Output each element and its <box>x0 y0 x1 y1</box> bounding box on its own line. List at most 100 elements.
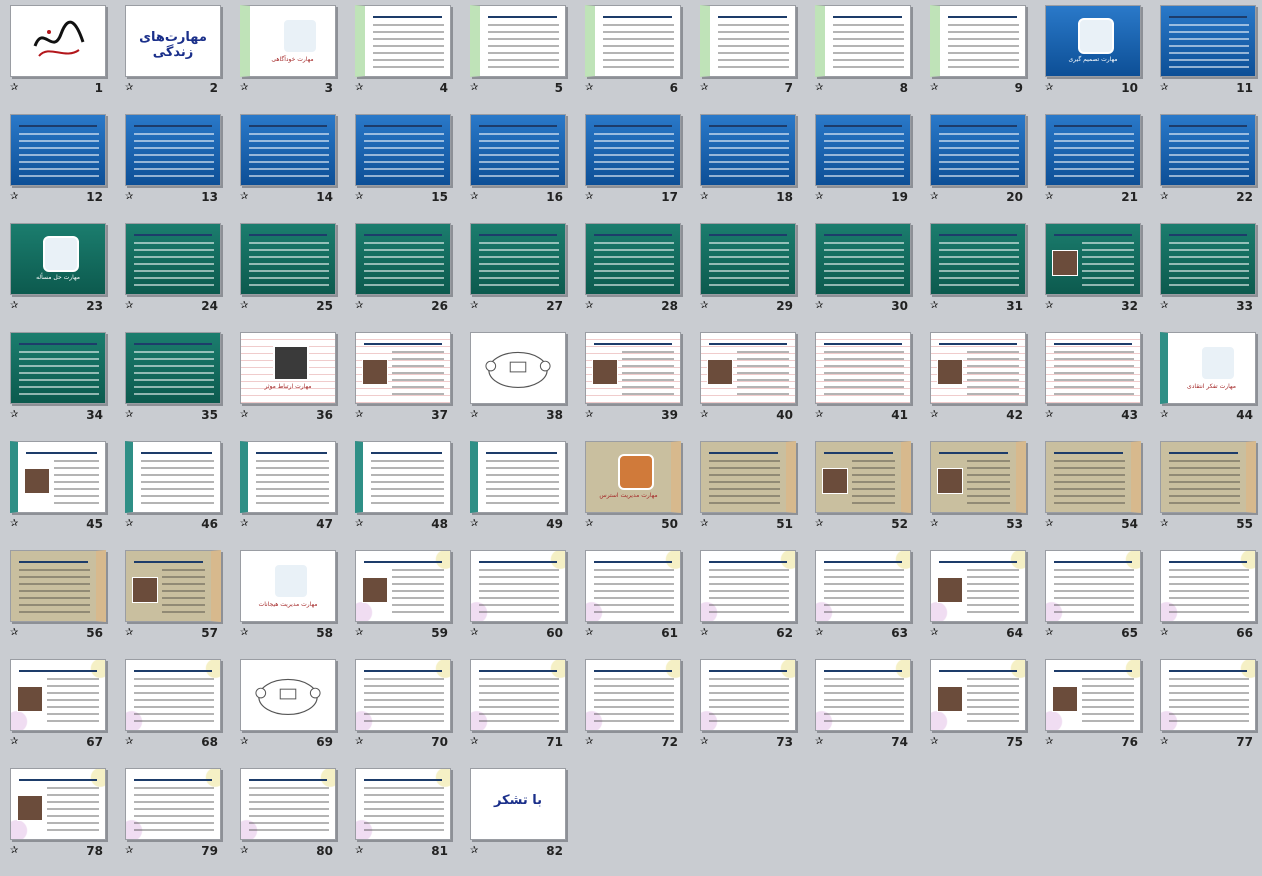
slide-thumbnail[interactable] <box>700 441 796 513</box>
slide-thumbnail[interactable] <box>700 223 796 295</box>
star-icon[interactable]: ✰ <box>930 191 938 203</box>
star-icon[interactable]: ✰ <box>815 409 823 421</box>
star-icon[interactable]: ✰ <box>700 627 708 639</box>
slide-thumbnail[interactable] <box>1045 223 1141 295</box>
slide-thumbnail[interactable] <box>815 114 911 186</box>
star-icon[interactable]: ✰ <box>700 409 708 421</box>
star-icon[interactable]: ✰ <box>125 518 133 530</box>
star-icon[interactable]: ✰ <box>1045 300 1053 312</box>
star-icon[interactable]: ✰ <box>240 82 248 94</box>
slide-thumbnail[interactable] <box>470 5 566 77</box>
star-icon[interactable]: ✰ <box>470 518 478 530</box>
slide-thumbnail[interactable] <box>10 659 106 731</box>
slide-thumbnail[interactable] <box>10 768 106 840</box>
star-icon[interactable]: ✰ <box>355 627 363 639</box>
star-icon[interactable]: ✰ <box>815 736 823 748</box>
slide-thumbnail[interactable] <box>10 332 106 404</box>
slide-thumbnail[interactable] <box>1045 332 1141 404</box>
star-icon[interactable]: ✰ <box>470 300 478 312</box>
slide-thumbnail[interactable] <box>1045 114 1141 186</box>
star-icon[interactable]: ✰ <box>355 518 363 530</box>
star-icon[interactable]: ✰ <box>1045 518 1053 530</box>
slide-thumbnail[interactable]: مهارت مدیریت استرس <box>585 441 681 513</box>
slide-thumbnail[interactable] <box>930 659 1026 731</box>
star-icon[interactable]: ✰ <box>10 300 18 312</box>
slide-thumbnail[interactable] <box>240 441 336 513</box>
slide-thumbnail[interactable]: مهارت خودآگاهی <box>240 5 336 77</box>
star-icon[interactable]: ✰ <box>470 845 478 857</box>
slide-thumbnail[interactable] <box>1160 441 1256 513</box>
slide-thumbnail[interactable] <box>585 5 681 77</box>
star-icon[interactable]: ✰ <box>355 82 363 94</box>
star-icon[interactable]: ✰ <box>125 736 133 748</box>
slide-thumbnail[interactable] <box>1160 659 1256 731</box>
star-icon[interactable]: ✰ <box>355 191 363 203</box>
star-icon[interactable]: ✰ <box>240 845 248 857</box>
slide-thumbnail[interactable] <box>1160 550 1256 622</box>
slide-thumbnail[interactable] <box>700 659 796 731</box>
slide-thumbnail[interactable] <box>930 114 1026 186</box>
slide-thumbnail[interactable]: مهارت ارتباط موثر <box>240 332 336 404</box>
slide-thumbnail[interactable] <box>930 441 1026 513</box>
slide-thumbnail[interactable] <box>125 441 221 513</box>
slide-thumbnail[interactable] <box>355 659 451 731</box>
slide-thumbnail[interactable] <box>930 5 1026 77</box>
slide-thumbnail[interactable] <box>815 5 911 77</box>
slide-thumbnail[interactable] <box>355 550 451 622</box>
star-icon[interactable]: ✰ <box>700 191 708 203</box>
star-icon[interactable]: ✰ <box>1160 518 1168 530</box>
slide-thumbnail[interactable] <box>470 659 566 731</box>
slide-thumbnail[interactable] <box>125 550 221 622</box>
star-icon[interactable]: ✰ <box>470 627 478 639</box>
star-icon[interactable]: ✰ <box>1045 191 1053 203</box>
star-icon[interactable]: ✰ <box>470 82 478 94</box>
slide-thumbnail[interactable] <box>1045 550 1141 622</box>
star-icon[interactable]: ✰ <box>1160 736 1168 748</box>
star-icon[interactable]: ✰ <box>930 627 938 639</box>
slide-thumbnail[interactable] <box>585 550 681 622</box>
slide-thumbnail[interactable] <box>125 768 221 840</box>
star-icon[interactable]: ✰ <box>240 409 248 421</box>
slide-thumbnail[interactable] <box>1160 114 1256 186</box>
slide-thumbnail[interactable] <box>355 768 451 840</box>
star-icon[interactable]: ✰ <box>1045 736 1053 748</box>
slide-thumbnail[interactable] <box>815 550 911 622</box>
star-icon[interactable]: ✰ <box>585 300 593 312</box>
star-icon[interactable]: ✰ <box>240 518 248 530</box>
slide-thumbnail[interactable] <box>10 550 106 622</box>
star-icon[interactable]: ✰ <box>585 409 593 421</box>
star-icon[interactable]: ✰ <box>355 409 363 421</box>
star-icon[interactable]: ✰ <box>125 191 133 203</box>
slide-thumbnail[interactable] <box>355 5 451 77</box>
star-icon[interactable]: ✰ <box>815 627 823 639</box>
star-icon[interactable]: ✰ <box>815 191 823 203</box>
slide-thumbnail[interactable] <box>1160 5 1256 77</box>
star-icon[interactable]: ✰ <box>700 82 708 94</box>
slide-thumbnail[interactable] <box>240 768 336 840</box>
slide-thumbnail[interactable] <box>700 332 796 404</box>
star-icon[interactable]: ✰ <box>125 845 133 857</box>
star-icon[interactable]: ✰ <box>10 409 18 421</box>
slide-thumbnail[interactable] <box>930 550 1026 622</box>
slide-thumbnail[interactable] <box>355 223 451 295</box>
slide-thumbnail[interactable] <box>585 114 681 186</box>
slide-thumbnail[interactable] <box>815 332 911 404</box>
star-icon[interactable]: ✰ <box>585 736 593 748</box>
star-icon[interactable]: ✰ <box>10 845 18 857</box>
star-icon[interactable]: ✰ <box>10 191 18 203</box>
slide-thumbnail[interactable] <box>585 332 681 404</box>
star-icon[interactable]: ✰ <box>1160 627 1168 639</box>
star-icon[interactable]: ✰ <box>930 736 938 748</box>
slide-thumbnail[interactable]: با تشکر <box>470 768 566 840</box>
slide-thumbnail[interactable] <box>700 114 796 186</box>
slide-thumbnail[interactable] <box>930 223 1026 295</box>
star-icon[interactable]: ✰ <box>355 300 363 312</box>
star-icon[interactable]: ✰ <box>815 82 823 94</box>
slide-thumbnail[interactable] <box>470 441 566 513</box>
star-icon[interactable]: ✰ <box>815 518 823 530</box>
star-icon[interactable]: ✰ <box>930 518 938 530</box>
star-icon[interactable]: ✰ <box>930 300 938 312</box>
star-icon[interactable]: ✰ <box>125 627 133 639</box>
star-icon[interactable]: ✰ <box>125 409 133 421</box>
star-icon[interactable]: ✰ <box>240 191 248 203</box>
